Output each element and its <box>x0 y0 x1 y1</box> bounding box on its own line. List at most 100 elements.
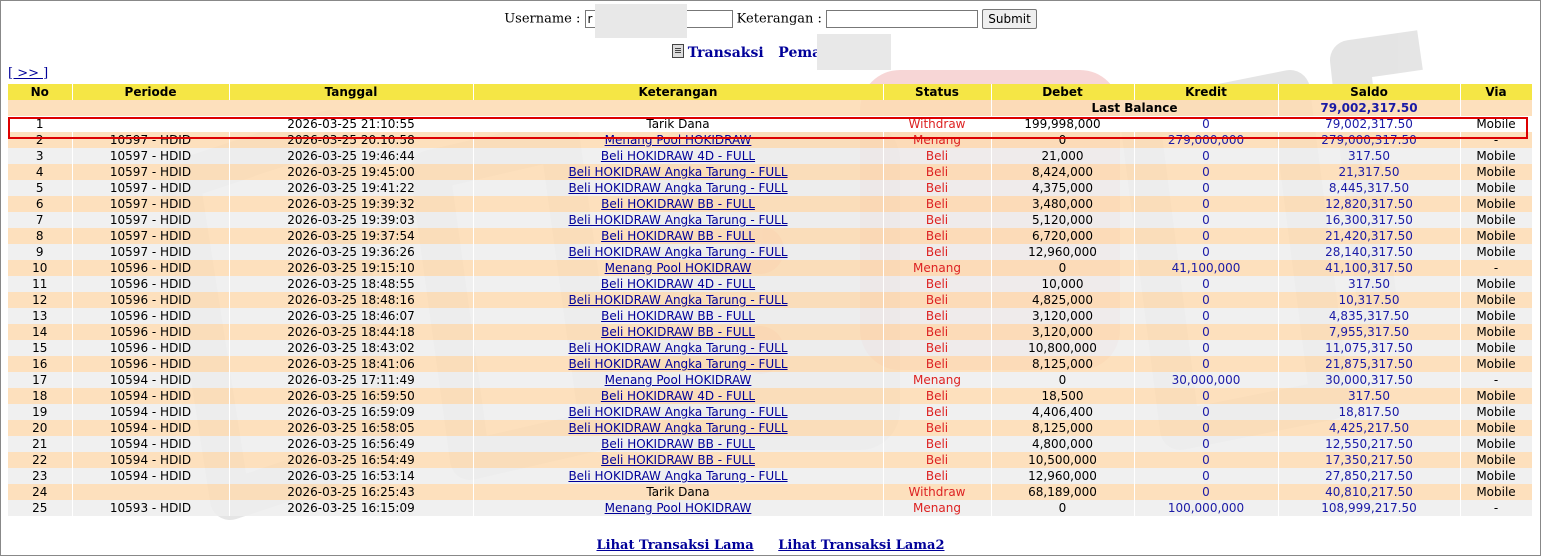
cell-status: Beli <box>883 292 992 308</box>
transaction-detail-link[interactable]: Beli HOKIDRAW BB - FULL <box>601 309 755 323</box>
cell-kredit: 0 <box>1134 468 1279 484</box>
cell-periode: 10596 - HDID <box>72 260 230 276</box>
cell-saldo: 79,002,317.50 <box>1278 116 1461 132</box>
table-row: 23 10594 - HDID 2026-03-25 16:53:14 Beli HO… <box>8 468 1533 484</box>
cell-periode: 10597 - HDID <box>72 244 230 260</box>
cell-no: 5 <box>8 180 73 196</box>
cell-no: 23 <box>8 468 73 484</box>
cell-periode: 10597 - HDID <box>72 196 230 212</box>
cell-kredit: 0 <box>1134 276 1279 292</box>
transaction-detail-link[interactable]: Beli HOKIDRAW 4D - FULL <box>601 389 755 403</box>
transaction-detail-link[interactable]: Beli HOKIDRAW Angka Tarung - FULL <box>568 469 787 483</box>
cell-periode: 10597 - HDID <box>72 164 230 180</box>
transaction-detail-link[interactable]: Beli HOKIDRAW Angka Tarung - FULL <box>568 165 787 179</box>
cell-periode: 10597 - HDID <box>72 132 230 148</box>
cell-tanggal: 2026-03-25 19:37:54 <box>229 228 474 244</box>
cell-keterangan: Beli HOKIDRAW Angka Tarung - FULL <box>473 212 884 228</box>
transaction-detail-link[interactable]: Beli HOKIDRAW 4D - FULL <box>601 277 755 291</box>
cell-via: - <box>1460 132 1533 148</box>
cell-kredit: 0 <box>1134 180 1279 196</box>
cell-saldo: 8,445,317.50 <box>1278 180 1461 196</box>
cell-debet: 4,825,000 <box>991 292 1135 308</box>
transaction-detail-link[interactable]: Beli HOKIDRAW Angka Tarung - FULL <box>568 245 787 259</box>
cell-via: Mobile <box>1460 340 1533 356</box>
cell-debet: 4,800,000 <box>991 436 1135 452</box>
old-transactions-link[interactable]: Lihat Transaksi Lama <box>596 538 753 553</box>
cell-saldo: 12,550,217.50 <box>1278 436 1461 452</box>
cell-status: Beli <box>883 228 992 244</box>
transaction-detail-link[interactable]: Beli HOKIDRAW Angka Tarung - FULL <box>568 341 787 355</box>
transaction-detail-link[interactable]: Beli HOKIDRAW Angka Tarung - FULL <box>568 213 787 227</box>
transaction-detail-link[interactable]: Beli HOKIDRAW BB - FULL <box>601 229 755 243</box>
cell-via: Mobile <box>1460 180 1533 196</box>
cell-tanggal: 2026-03-25 16:59:09 <box>229 404 474 420</box>
cell-saldo: 40,810,217.50 <box>1278 484 1461 500</box>
cell-debet: 21,000 <box>991 148 1135 164</box>
cell-status: Beli <box>883 148 992 164</box>
transaction-detail-link[interactable]: Menang Pool HOKIDRAW <box>605 133 752 147</box>
old-transactions-2-link[interactable]: Lihat Transaksi Lama2 <box>778 538 944 553</box>
cell-no: 15 <box>8 340 73 356</box>
cell-via: Mobile <box>1460 404 1533 420</box>
cell-kredit: 0 <box>1134 404 1279 420</box>
transaction-detail-link[interactable]: Beli HOKIDRAW BB - FULL <box>601 437 755 451</box>
cell-status: Beli <box>883 196 992 212</box>
transaction-detail-link[interactable]: Beli HOKIDRAW 4D - FULL <box>601 149 755 163</box>
cell-periode: 10594 - HDID <box>72 436 230 452</box>
transaction-detail-link[interactable]: Beli HOKIDRAW Angka Tarung - FULL <box>568 421 787 435</box>
cell-kredit: 100,000,000 <box>1134 500 1279 516</box>
cell-no: 3 <box>8 148 73 164</box>
transaction-detail-link[interactable]: Menang Pool HOKIDRAW <box>605 373 752 387</box>
cell-kredit: 0 <box>1134 116 1279 132</box>
transaction-detail-link[interactable]: Beli HOKIDRAW BB - FULL <box>601 325 755 339</box>
cell-via: Mobile <box>1460 356 1533 372</box>
transaction-detail-link[interactable]: Beli HOKIDRAW Angka Tarung - FULL <box>568 181 787 195</box>
cell-kredit: 0 <box>1134 388 1279 404</box>
col-header-keterangan: Keterangan <box>473 84 884 100</box>
cell-periode: 10597 - HDID <box>72 180 230 196</box>
cell-via: Mobile <box>1460 484 1533 500</box>
cell-saldo: 28,140,317.50 <box>1278 244 1461 260</box>
cell-status: Beli <box>883 452 992 468</box>
cell-no: 4 <box>8 164 73 180</box>
cell-periode: 10596 - HDID <box>72 308 230 324</box>
last-balance-row: Last Balance 79,002,317.50 <box>8 100 1533 116</box>
transaction-detail-link[interactable]: Beli HOKIDRAW BB - FULL <box>601 453 755 467</box>
cell-tanggal: 2026-03-25 19:36:26 <box>229 244 474 260</box>
table-row: 16 10596 - HDID 2026-03-25 18:41:06 Beli HO… <box>8 356 1533 372</box>
transaction-detail-link[interactable]: Menang Pool HOKIDRAW <box>605 501 752 515</box>
next-page-link[interactable]: [ >> ] <box>8 66 48 81</box>
cell-tanggal: 2026-03-25 18:46:07 <box>229 308 474 324</box>
cell-periode: 10594 - HDID <box>72 404 230 420</box>
cell-tanggal: 2026-03-25 16:54:49 <box>229 452 474 468</box>
cell-keterangan: Beli HOKIDRAW Angka Tarung - FULL <box>473 468 884 484</box>
cell-tanggal: 2026-03-25 19:46:44 <box>229 148 474 164</box>
transaction-detail-link[interactable]: Beli HOKIDRAW Angka Tarung - FULL <box>568 405 787 419</box>
footer-links: Lihat Transaksi Lama Lihat Transaksi Lam… <box>0 538 1541 553</box>
cell-saldo: 317.50 <box>1278 388 1461 404</box>
table-row: 1 2026-03-25 21:10:55 Tarik Dana Withdraw 19… <box>8 116 1533 132</box>
cell-status: Withdraw <box>883 116 992 132</box>
cell-keterangan: Beli HOKIDRAW Angka Tarung - FULL <box>473 164 884 180</box>
transaction-detail-link[interactable]: Beli HOKIDRAW Angka Tarung - FULL <box>568 293 787 307</box>
transaction-detail-link[interactable]: Beli HOKIDRAW Angka Tarung - FULL <box>568 357 787 371</box>
col-header-no: No <box>8 84 73 100</box>
col-header-tanggal: Tanggal <box>229 84 474 100</box>
table-row: 15 10596 - HDID 2026-03-25 18:43:02 Beli HO… <box>8 340 1533 356</box>
cell-periode: 10597 - HDID <box>72 228 230 244</box>
transaction-detail-link[interactable]: Menang Pool HOKIDRAW <box>605 261 752 275</box>
cell-saldo: 21,317.50 <box>1278 164 1461 180</box>
table-row: 6 10597 - HDID 2026-03-25 19:39:32 Beli HOK… <box>8 196 1533 212</box>
cell-no: 10 <box>8 260 73 276</box>
cell-no: 16 <box>8 356 73 372</box>
cell-status: Beli <box>883 340 992 356</box>
transaction-detail-link[interactable]: Beli HOKIDRAW BB - FULL <box>601 197 755 211</box>
keterangan-input[interactable] <box>826 10 979 28</box>
cell-no: 21 <box>8 436 73 452</box>
username-label: Username : <box>504 11 581 27</box>
cell-tanggal: 2026-03-25 17:11:49 <box>229 372 474 388</box>
submit-button[interactable]: Submit <box>982 9 1037 29</box>
cell-keterangan: Menang Pool HOKIDRAW <box>473 132 884 148</box>
cell-via: Mobile <box>1460 468 1533 484</box>
cell-periode: 10594 - HDID <box>72 468 230 484</box>
